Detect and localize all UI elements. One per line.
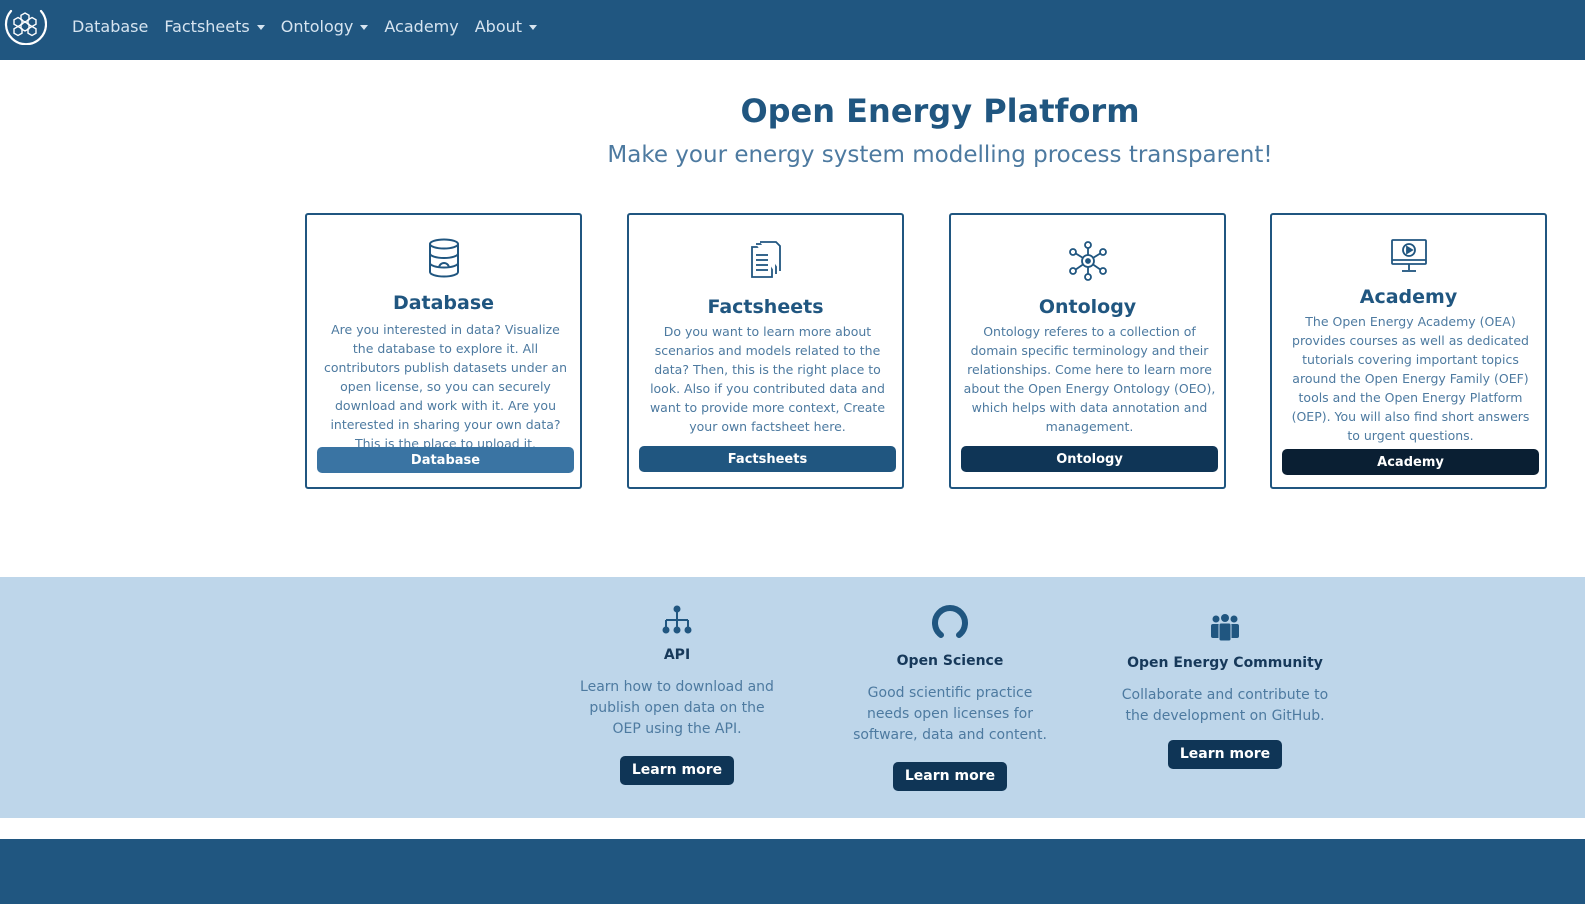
database-button[interactable]: Database [317,447,574,473]
feature-description: Collaborate and contribute to the develo… [1121,687,1329,724]
nav-about-dropdown[interactable]: About [467,17,545,36]
caret-down-icon [360,24,369,30]
nav-academy[interactable]: Academy [376,17,466,36]
database-icon [428,238,459,278]
open-access-icon [932,605,968,638]
card-title: Database [392,292,495,314]
page-title: Open Energy Platform [740,92,1140,130]
footer [0,839,1585,904]
card-description: Ontology referes to a collection of doma… [963,324,1216,434]
card-title: Ontology [1038,296,1137,318]
caret-down-icon [256,24,265,30]
api-learn-more-button[interactable]: Learn more [619,756,735,785]
card-title: Factsheets [707,296,824,318]
feature-title: Open Science [896,653,1004,669]
open-science-learn-more-button[interactable]: Learn more [892,762,1008,791]
factsheets-button[interactable]: Factsheets [639,446,896,472]
academy-button[interactable]: Academy [1282,449,1539,475]
page-subtitle: Make your energy system modelling proces… [607,142,1273,168]
card-title: Academy [1359,286,1458,308]
card-description: The Open Energy Academy (OEA) provides c… [1291,314,1530,443]
database-card: Database Are you interested in data? Vis… [305,213,582,489]
oep-logo-icon[interactable] [3,3,47,45]
features-section: API Learn how to download and publish op… [0,577,1585,818]
factsheets-card: Factsheets Do you want to learn more abo… [627,213,904,489]
api-icon [662,605,692,634]
api-feature: API Learn how to download and publish op… [577,605,777,785]
ontology-button[interactable]: Ontology [961,446,1218,472]
card-description: Do you want to learn more about scenario… [649,324,886,434]
top-navbar: Database Factsheets Ontology Academy Abo… [0,0,1585,60]
nav-database[interactable]: Database [64,17,156,36]
ontology-icon [1068,241,1107,281]
card-description: Are you interested in data? Visualize th… [323,322,568,451]
feature-title: API [663,647,691,663]
feature-title: Open Energy Community [1127,655,1323,671]
caret-down-icon [529,24,538,30]
open-science-feature: Open Science Good scientific practice ne… [845,603,1055,791]
academy-card: Academy The Open Energy Academy (OEA) pr… [1270,213,1547,489]
feature-description: Good scientific practice needs open lice… [853,685,1047,743]
community-learn-more-button[interactable]: Learn more [1167,740,1283,769]
ontology-card: Ontology Ontology referes to a collectio… [949,213,1226,489]
community-icon [1211,614,1239,642]
community-feature: Open Energy Community Collaborate and co… [1100,613,1350,769]
nav-factsheets-dropdown[interactable]: Factsheets [156,17,272,36]
academy-icon [1390,239,1427,272]
nav-ontology-dropdown[interactable]: Ontology [273,17,377,36]
factsheets-icon [750,241,781,278]
feature-description: Learn how to download and publish open d… [580,679,774,737]
